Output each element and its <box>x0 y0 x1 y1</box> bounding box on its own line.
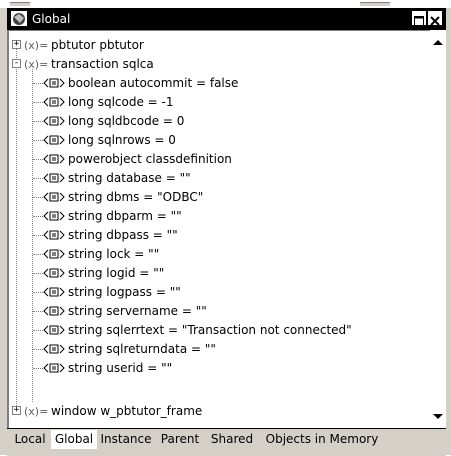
property-icon <box>43 363 65 373</box>
property-icon <box>43 230 65 240</box>
tree-item-label: string servername = "" <box>68 304 207 318</box>
tree-item[interactable]: string sqlerrtext = "Transaction not con… <box>9 321 429 340</box>
property-icon <box>43 116 65 126</box>
expand-toggle[interactable]: + <box>12 40 21 49</box>
scroll-up-icon[interactable] <box>433 40 443 45</box>
tree-item[interactable]: powerobject classdefinition <box>9 150 429 169</box>
tree-item-label: string dbms = "ODBC" <box>68 190 204 204</box>
variable-icon: (x)= <box>24 39 49 52</box>
property-icon <box>43 154 65 164</box>
tree-item[interactable]: string logpass = "" <box>9 283 429 302</box>
tree-item-label: window w_pbtutor_frame <box>51 404 203 418</box>
tree-item-label: boolean autocommit = false <box>68 76 239 90</box>
tree-item[interactable]: + (x)= pbtutor pbtutor <box>9 36 429 55</box>
tree-item[interactable]: string logid = "" <box>9 264 429 283</box>
tree-item[interactable]: + (x)= window w_pbtutor_frame <box>9 402 429 421</box>
top-divider <box>0 0 451 8</box>
splitter-grip[interactable] <box>10 2 30 6</box>
tree-item-label: string sqlerrtext = "Transaction not con… <box>68 323 352 337</box>
tree-item-label: transaction sqlca <box>51 57 154 71</box>
tree-item-label: string lock = "" <box>68 247 160 261</box>
variable-icon: (x)= <box>24 58 49 71</box>
tree-item[interactable]: boolean autocommit = false <box>9 74 429 93</box>
tab-bar: Local Global Instance Parent Shared Obje… <box>7 428 446 456</box>
property-icon <box>43 97 65 107</box>
collapse-toggle[interactable]: - <box>12 59 21 68</box>
tree-item[interactable]: string sqlreturndata = "" <box>9 340 429 359</box>
variable-icon: (x)= <box>24 405 49 418</box>
tree-item-label: powerobject classdefinition <box>68 152 232 166</box>
tab-local[interactable]: Local <box>9 430 51 449</box>
title-bar[interactable]: Global <box>7 8 446 30</box>
property-icon <box>43 211 65 221</box>
tab-parent[interactable]: Parent <box>155 430 205 449</box>
tab-shared[interactable]: Shared <box>205 430 259 449</box>
global-window-icon <box>11 11 27 26</box>
tree-item-label: long sqlcode = -1 <box>68 95 174 109</box>
tree-item[interactable]: string dbms = "ODBC" <box>9 188 429 207</box>
splitter-grip[interactable] <box>360 2 390 6</box>
tree-item[interactable]: long sqldbcode = 0 <box>9 112 429 131</box>
tree-item[interactable]: string dbparm = "" <box>9 207 429 226</box>
tree-item-label: string sqlreturndata = "" <box>68 342 216 356</box>
property-icon <box>43 192 65 202</box>
property-icon <box>43 344 65 354</box>
tree-item[interactable]: string database = "" <box>9 169 429 188</box>
tree-item-label: string dbpass = "" <box>68 228 178 242</box>
maximize-icon <box>414 16 424 26</box>
scroll-down-icon[interactable] <box>433 414 443 419</box>
close-button[interactable] <box>428 11 442 26</box>
property-icon <box>43 306 65 316</box>
tree-item[interactable]: long sqlcode = -1 <box>9 93 429 112</box>
property-icon <box>43 287 65 297</box>
expand-toggle[interactable]: + <box>12 406 21 415</box>
tree-item-label: long sqlnrows = 0 <box>68 133 176 147</box>
tree-item[interactable]: long sqlnrows = 0 <box>9 131 429 150</box>
tree-item-label: string database = "" <box>68 171 191 185</box>
tab-global[interactable]: Global <box>51 430 97 449</box>
property-icon <box>43 268 65 278</box>
tree-item-label: pbtutor pbtutor <box>51 38 144 52</box>
tree-item[interactable]: string dbpass = "" <box>9 226 429 245</box>
tab-objects-in-memory[interactable]: Objects in Memory <box>259 430 385 449</box>
property-icon <box>43 249 65 259</box>
tree-item[interactable]: string servername = "" <box>9 302 429 321</box>
property-icon <box>43 173 65 183</box>
tab-instance[interactable]: Instance <box>97 430 155 449</box>
tree-item[interactable]: string lock = "" <box>9 245 429 264</box>
close-icon <box>430 16 440 26</box>
maximize-button[interactable] <box>412 11 426 26</box>
variable-tree[interactable]: + (x)= pbtutor pbtutor - (x)= transactio… <box>7 30 446 428</box>
property-icon <box>43 325 65 335</box>
tree-item-label: long sqldbcode = 0 <box>68 114 185 128</box>
debug-watch-window: Global + (x)= pbtutor pbtutor - (x)= tra… <box>0 0 451 456</box>
tree-item-label: string logid = "" <box>68 266 165 280</box>
property-icon <box>43 135 65 145</box>
property-icon <box>43 78 65 88</box>
window-title: Global <box>32 12 71 26</box>
tree-item[interactable]: string userid = "" <box>9 359 429 378</box>
vertical-scrollbar[interactable] <box>430 30 446 428</box>
tree-item[interactable]: - (x)= transaction sqlca <box>9 55 429 74</box>
tree-item-label: string dbparm = "" <box>68 209 182 223</box>
tree-item-label: string logpass = "" <box>68 285 181 299</box>
tree-item-label: string userid = "" <box>68 361 173 375</box>
